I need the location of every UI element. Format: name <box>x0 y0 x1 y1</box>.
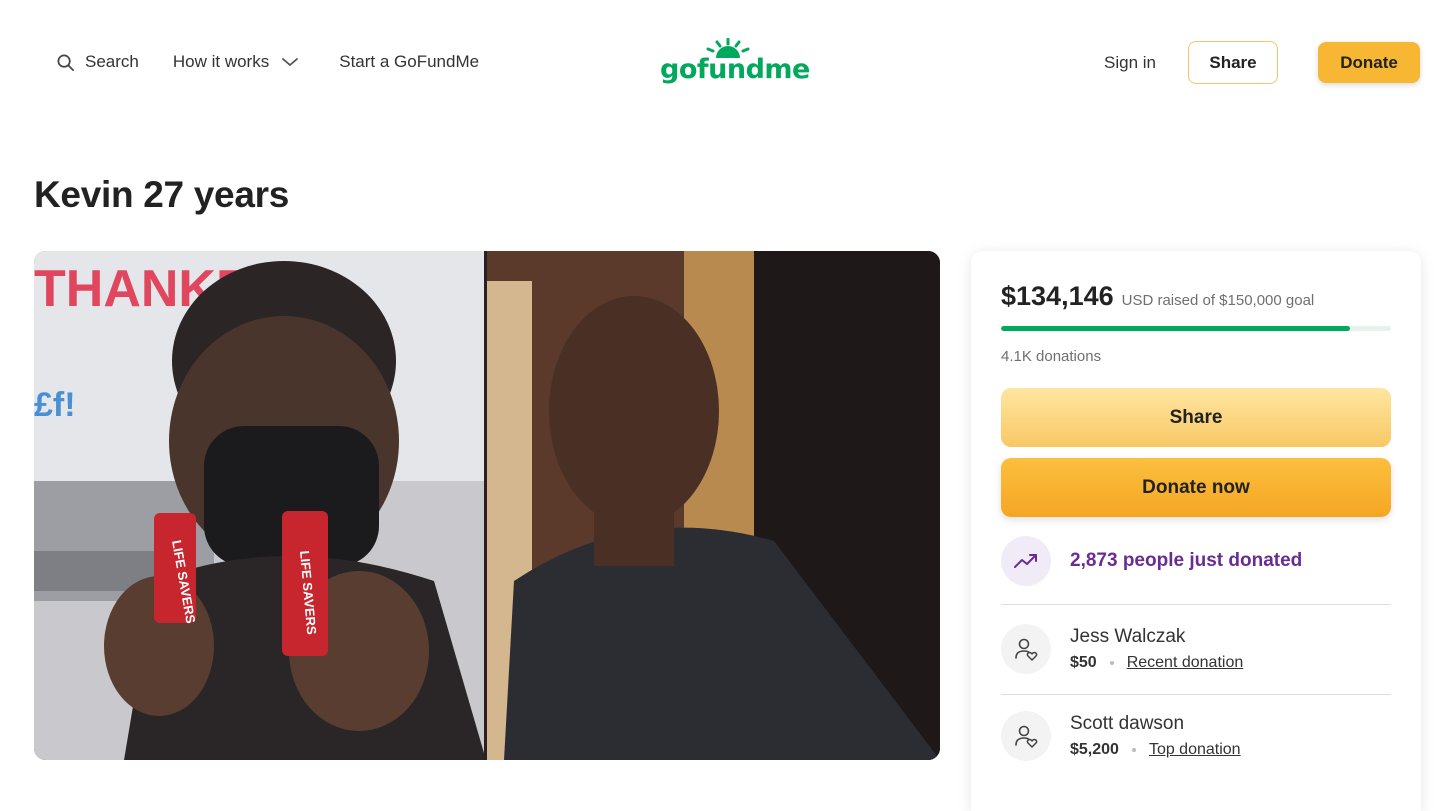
page-title: Kevin 27 years <box>34 174 289 215</box>
separator-dot <box>1109 661 1114 665</box>
search-icon <box>56 53 75 72</box>
donor-amount: $5,200 <box>1070 741 1119 758</box>
raised-goal-text: USD raised of $150,000 goal <box>1121 292 1315 309</box>
donor-info: Jess Walczak $50 Recent donation <box>1070 626 1243 672</box>
donor-meta: $50 Recent donation <box>1070 654 1243 672</box>
chevron-down-icon <box>281 56 299 68</box>
signin-link[interactable]: Sign in <box>1104 53 1156 73</box>
gofundme-logo[interactable]: gofundme <box>660 37 810 88</box>
how-it-works-menu[interactable]: How it works <box>173 52 299 72</box>
campaign-photo[interactable]: THANKFUL £f! LIFE SAVERS LIFE SAVERS <box>34 251 940 760</box>
search-label: Search <box>85 52 139 71</box>
donation-card: $134,146 USD raised of $150,000 goal 4.1… <box>971 251 1421 811</box>
donor-heart-icon <box>1001 711 1051 761</box>
divider <box>1001 694 1391 695</box>
donate-now-button[interactable]: Donate now <box>1001 458 1391 517</box>
trending-up-icon <box>1001 536 1051 586</box>
separator-dot <box>1131 748 1136 752</box>
how-it-works-label: How it works <box>172 52 270 71</box>
donor-amount: $50 <box>1070 654 1097 671</box>
donor-row: Scott dawson $5,200 Top donation <box>1001 711 1241 761</box>
recent-donations-indicator: 2,873 people just donated <box>1001 536 1302 586</box>
donor-name: Scott dawson <box>1070 713 1185 734</box>
campaign-photo-illustration: THANKFUL £f! LIFE SAVERS LIFE SAVERS <box>34 251 940 760</box>
divider <box>1001 604 1391 605</box>
donor-heart-icon <box>1001 624 1051 674</box>
recent-donations-text: 2,873 people just donated <box>1070 550 1303 571</box>
header-donate-button[interactable]: Donate <box>1318 42 1420 83</box>
donor-info: Scott dawson $5,200 Top donation <box>1070 713 1241 759</box>
sign-fragment: £f! <box>34 386 76 424</box>
nav-right: Sign in Share Donate <box>1104 41 1420 84</box>
donor-name: Jess Walczak <box>1070 626 1186 647</box>
logo-text: gofundme <box>660 54 810 85</box>
raised-summary: $134,146 USD raised of $150,000 goal <box>1001 281 1314 312</box>
nav-left: Search How it works Start a GoFundMe <box>56 48 479 76</box>
raised-amount: $134,146 <box>1001 281 1114 311</box>
recent-donation-link[interactable]: Recent donation <box>1127 654 1244 672</box>
start-gofundme-label: Start a GoFundMe <box>339 52 480 71</box>
search-link[interactable]: Search <box>56 52 139 72</box>
donor-row: Jess Walczak $50 Recent donation <box>1001 624 1243 674</box>
top-donation-link[interactable]: Top donation <box>1149 741 1241 759</box>
header-share-button[interactable]: Share <box>1188 41 1278 84</box>
progress-fill <box>1001 326 1350 331</box>
share-button[interactable]: Share <box>1001 388 1391 447</box>
donations-count: 4.1K donations <box>1001 348 1102 365</box>
start-gofundme-link[interactable]: Start a GoFundMe <box>339 52 479 72</box>
donor-meta: $5,200 Top donation <box>1070 741 1241 759</box>
progress-bar <box>1001 326 1391 331</box>
site-header: Search How it works Start a GoFundMe gof… <box>0 0 1440 122</box>
